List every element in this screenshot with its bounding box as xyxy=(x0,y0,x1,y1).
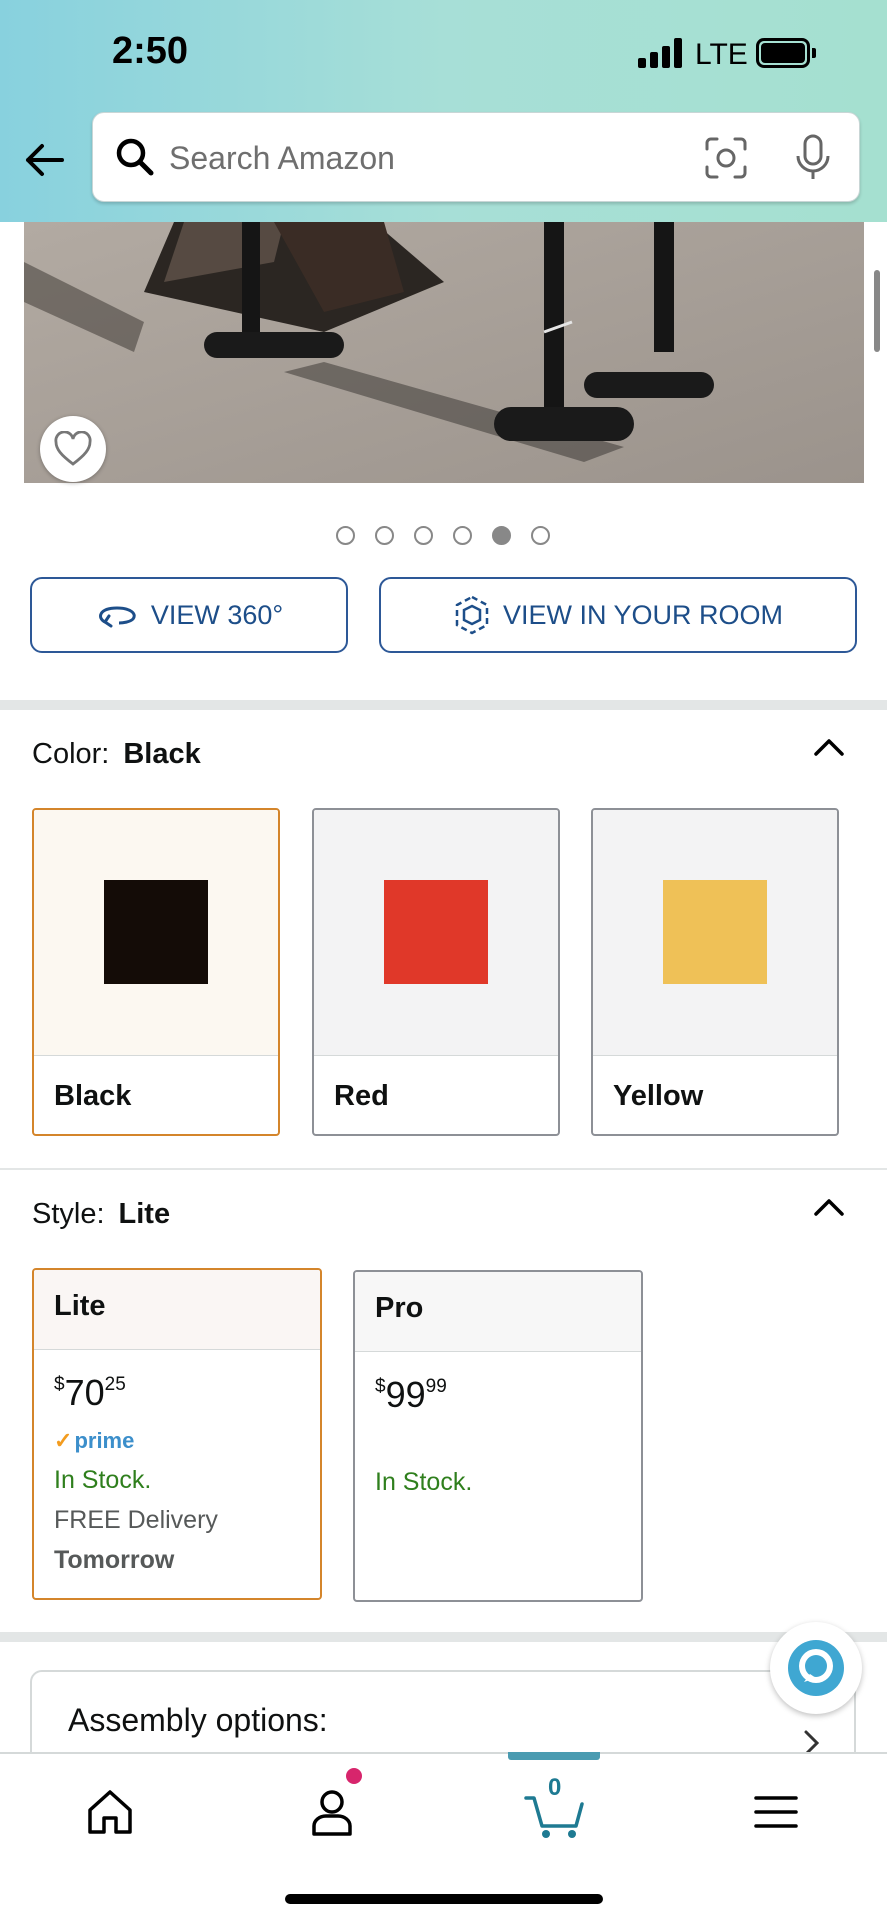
stock-status: In Stock. xyxy=(375,1468,473,1496)
search-input[interactable] xyxy=(169,135,619,181)
color-label: Color: xyxy=(32,738,110,770)
view-in-your-room-button[interactable]: VIEW IN YOUR ROOM xyxy=(379,577,857,653)
heart-icon xyxy=(54,431,92,466)
status-time: 2:50 xyxy=(112,30,189,72)
home-icon[interactable] xyxy=(80,1782,140,1842)
color-option-yellow[interactable]: Yellow xyxy=(591,808,839,1136)
section-divider xyxy=(0,700,887,710)
delivery-text: FREE Delivery xyxy=(54,1506,218,1534)
back-arrow-icon[interactable] xyxy=(22,138,66,182)
notification-dot xyxy=(346,1768,362,1784)
header: 2:50 LTE xyxy=(0,0,887,222)
color-option-black[interactable]: Black xyxy=(32,808,280,1136)
cart-active-indicator xyxy=(508,1752,600,1760)
stock-status: In Stock. xyxy=(54,1466,152,1494)
product-image[interactable] xyxy=(24,222,864,483)
section-divider xyxy=(0,1632,887,1642)
color-option-label: Yellow xyxy=(613,1080,704,1112)
alexa-icon xyxy=(788,1640,844,1696)
view-360-button[interactable]: VIEW 360° xyxy=(30,577,348,653)
prime-badge: ✓ prime xyxy=(54,1428,135,1453)
view-in-your-room-label: VIEW IN YOUR ROOM xyxy=(502,599,784,630)
style-option-title: Lite xyxy=(34,1270,320,1350)
cart-count: 0 xyxy=(548,1774,562,1801)
menu-icon[interactable] xyxy=(746,1782,806,1842)
account-icon[interactable] xyxy=(302,1782,362,1842)
style-label: Style: xyxy=(32,1198,105,1230)
style-option-lite[interactable]: Lite $7025 ✓ prime In Stock. FREE Deliver… xyxy=(32,1268,322,1600)
color-option-label: Black xyxy=(54,1080,132,1112)
pagination-dot[interactable] xyxy=(453,526,472,545)
search-bar[interactable] xyxy=(92,112,860,202)
ar-cube-icon xyxy=(455,595,489,635)
color-swatch-black xyxy=(104,880,208,984)
pagination-dot[interactable] xyxy=(531,526,550,545)
pagination-dot[interactable] xyxy=(414,526,433,545)
pagination-dot[interactable] xyxy=(336,526,355,545)
color-selected-value: Black xyxy=(123,738,201,770)
section-divider xyxy=(0,1168,887,1170)
price: $7025 xyxy=(54,1372,126,1413)
collapse-color-chevron-icon[interactable] xyxy=(812,736,846,758)
style-selected-value: Lite xyxy=(118,1198,171,1230)
assembly-title: Assembly options: xyxy=(68,1702,328,1738)
camera-lens-icon[interactable] xyxy=(703,135,749,181)
search-icon xyxy=(116,138,154,176)
rotate-360-icon xyxy=(98,606,136,628)
color-section-label: Color: Black xyxy=(32,738,201,771)
view-360-label: VIEW 360° xyxy=(150,599,284,630)
signal-icon xyxy=(638,38,684,68)
style-option-pro[interactable]: Pro $9999 In Stock. xyxy=(353,1270,643,1602)
style-option-title: Pro xyxy=(355,1272,641,1352)
wishlist-heart-button[interactable] xyxy=(40,416,106,482)
image-pagination-dots[interactable] xyxy=(336,526,550,546)
collapse-style-chevron-icon[interactable] xyxy=(812,1196,846,1218)
network-type: LTE xyxy=(695,38,748,71)
microphone-icon[interactable] xyxy=(793,133,833,183)
color-option-label: Red xyxy=(334,1080,389,1112)
color-swatch-red xyxy=(384,880,488,984)
color-option-red[interactable]: Red xyxy=(312,808,560,1136)
delivery-day: Tomorrow xyxy=(54,1546,175,1574)
color-swatch-yellow xyxy=(663,880,767,984)
price: $9999 xyxy=(375,1374,447,1415)
battery-icon xyxy=(756,38,818,68)
pagination-dot[interactable] xyxy=(375,526,394,545)
alexa-button[interactable] xyxy=(770,1622,862,1714)
prime-check-icon: ✓ xyxy=(54,1428,73,1453)
home-indicator xyxy=(285,1894,603,1904)
style-section-label: Style: Lite xyxy=(32,1198,170,1231)
pagination-dot[interactable] xyxy=(492,526,511,545)
scrollbar[interactable] xyxy=(874,270,880,352)
